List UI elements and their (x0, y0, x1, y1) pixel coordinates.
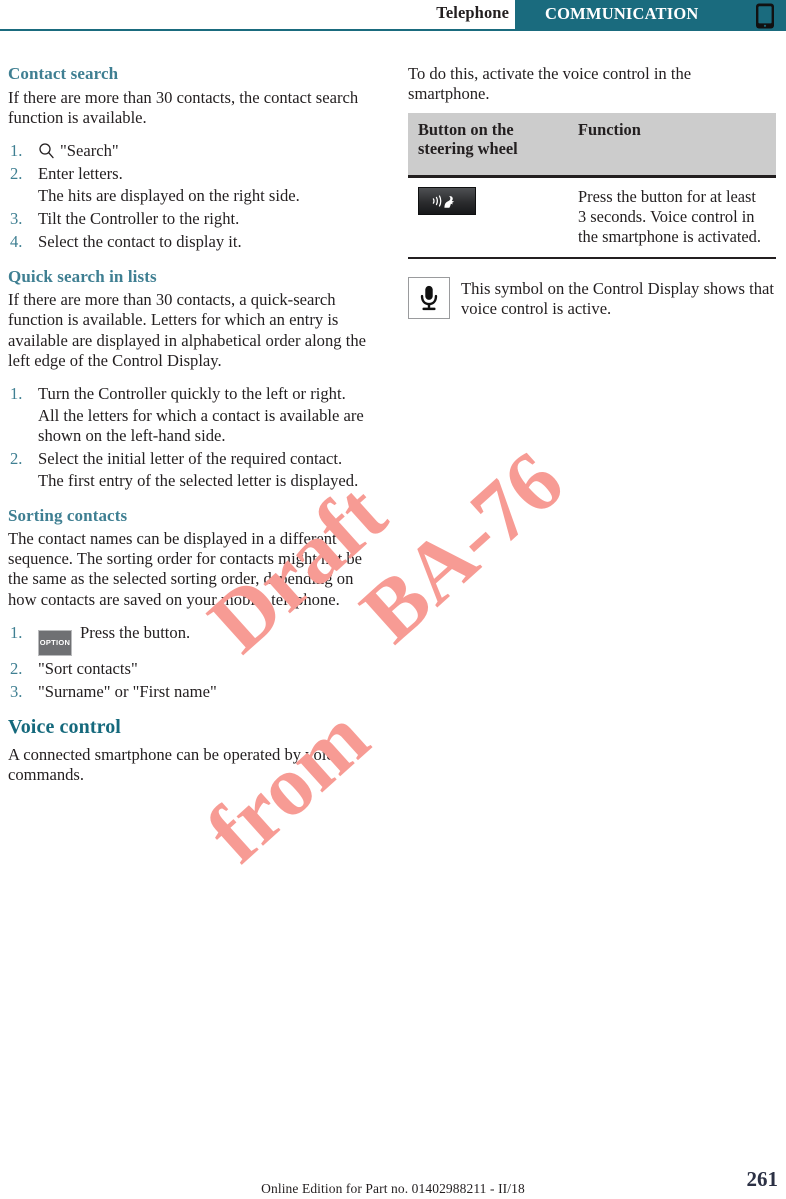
step-text: "Search" (60, 140, 119, 160)
step-number: 2. (10, 658, 23, 678)
step-text: Select the initial letter of the require… (38, 449, 343, 469)
list-item: 4. Select the contact to display it. (8, 232, 376, 252)
watermark-word-ba76: BA-76 (342, 432, 581, 661)
page-header: Telephone COMMUNICATION (0, 0, 786, 31)
step-text: "Sort contacts" (38, 658, 138, 678)
footer-edition-note: Online Edition for Part no. 01402988211 … (261, 1181, 525, 1196)
list-item: 2. Enter letters. The hits are displayed… (8, 164, 376, 206)
list-item: 2. Select the initial letter of the requ… (8, 449, 376, 491)
list-item: 2. "Sort contacts" (8, 659, 376, 679)
section-heading-sorting-contacts: Sorting contacts (8, 505, 128, 525)
list-item: 1. Turn the Controller quickly to the le… (8, 384, 376, 446)
section-intro-voice-control: A connected smartphone can be operated b… (8, 745, 342, 785)
step-note: The first entry of the selected letter i… (38, 471, 359, 491)
section-intro-quick-search: If there are more than 30 contacts, a qu… (8, 290, 366, 370)
steps-quick-search: 1. Turn the Controller quickly to the le… (8, 384, 376, 492)
table-header-button: Button on the steering wheel (408, 113, 568, 179)
step-text: "Surname" or "First name" (38, 681, 217, 701)
table-cell-button (408, 176, 568, 260)
step-number: 4. (10, 232, 23, 252)
section-intro-contact-search: If there are more than 30 contacts, the … (8, 87, 359, 127)
section-heading-contact-search: Contact search (8, 64, 119, 83)
step-note: The hits are displayed on the right side… (38, 186, 300, 206)
list-item: 1. "Search" (8, 141, 376, 161)
right-column: To do this, activate the voice control i… (408, 64, 776, 320)
step-text: Turn the Controller quickly to the left … (38, 383, 346, 403)
table-header-row: Button on the steering wheel Function (408, 113, 776, 179)
voice-control-button-table: Button on the steering wheel Function Pr… (408, 113, 776, 260)
header-chapter-title: Telephone (436, 3, 509, 22)
list-item: 3. Tilt the Controller to the right. (8, 209, 376, 229)
left-column: Contact search If there are more than 30… (8, 64, 376, 798)
step-number: 1. (10, 383, 23, 403)
table-row: Press the button for at least 3 seconds.… (408, 176, 776, 260)
voice-control-symbol-note: This symbol on the Control Display shows… (408, 277, 776, 320)
voice-control-button-icon (418, 187, 476, 216)
list-item: 3. "Surname" or "First name" (8, 682, 376, 702)
step-number: 2. (10, 164, 23, 184)
table-cell-function: Press the button for at least 3 seconds.… (568, 176, 776, 260)
step-text: Tilt the Controller to the right. (38, 209, 240, 229)
step-number: 1. (10, 140, 23, 160)
header-rule (0, 29, 786, 31)
section-heading-quick-search: Quick search in lists (8, 266, 157, 286)
microphone-icon (408, 277, 450, 320)
steps-sorting-contacts: 1. OPTION Press the button. 2. "Sort cont… (8, 623, 376, 702)
header-section-title: COMMUNICATION (545, 4, 699, 23)
smartphone-icon (754, 3, 776, 29)
list-item: 1. OPTION Press the button. (8, 623, 376, 656)
step-number: 2. (10, 449, 23, 469)
step-number: 1. (10, 622, 23, 642)
section-heading-voice-control: Voice control (8, 716, 121, 739)
search-icon (38, 142, 55, 159)
section-intro-sorting-contacts: The contact names can be displayed in a … (8, 529, 363, 609)
step-text: Press the button. (80, 622, 191, 642)
step-note: All the letters for which a contact is a… (38, 405, 364, 446)
option-button-icon: OPTION (38, 629, 72, 656)
right-column-intro: To do this, activate the voice control i… (408, 64, 692, 104)
page-number: 261 (746, 1167, 779, 1191)
header-section-band: COMMUNICATION (515, 0, 786, 29)
voice-control-symbol-text: This symbol on the Control Display shows… (461, 279, 774, 319)
step-text: Enter letters. (38, 164, 123, 184)
step-number: 3. (10, 209, 23, 229)
step-text: Select the contact to display it. (38, 232, 242, 252)
step-number: 3. (10, 681, 23, 701)
table-header-function: Function (568, 113, 776, 179)
steps-contact-search: 1. "Search" 2. Enter letters. The hits a… (8, 141, 376, 253)
